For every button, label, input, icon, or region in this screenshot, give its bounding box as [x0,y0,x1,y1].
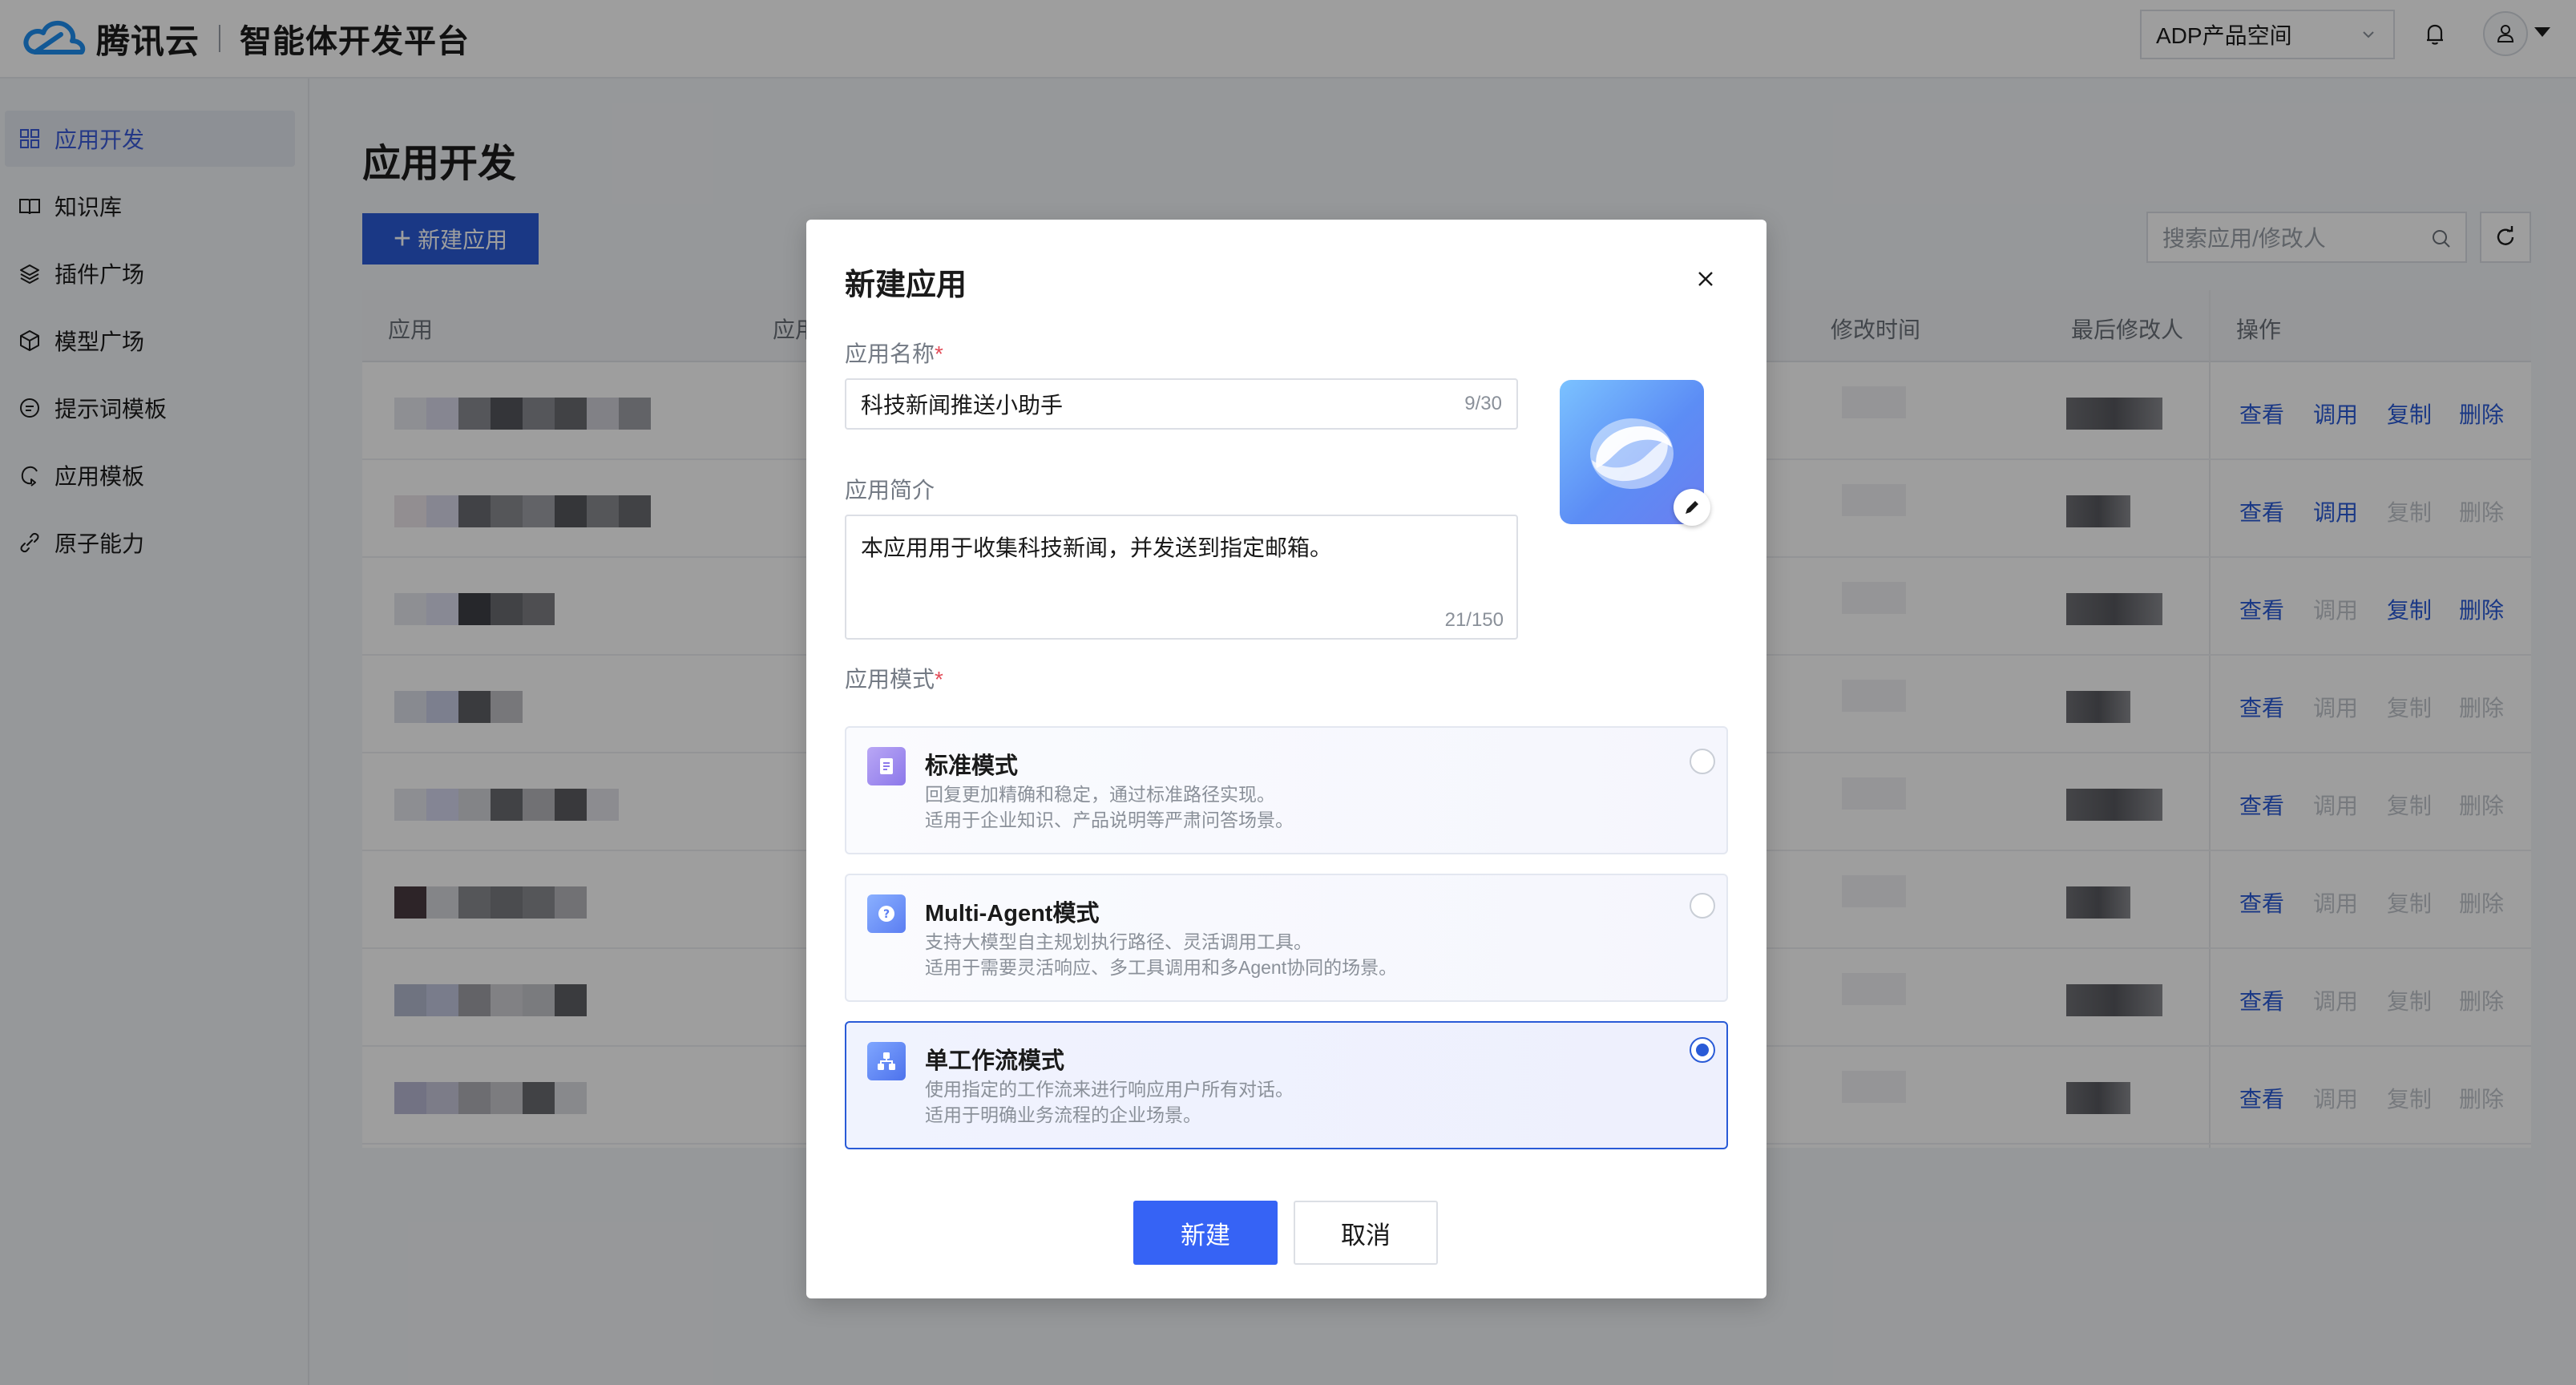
create-button[interactable]: 新建 [1133,1201,1278,1265]
cancel-button[interactable]: 取消 [1294,1201,1438,1265]
close-icon[interactable] [1691,264,1720,293]
mode-radio-standard[interactable] [1690,749,1715,774]
question-icon: ? [867,894,906,933]
mode-option-standard[interactable]: 标准模式 回复更加精确和稳定，通过标准路径实现。 适用于企业知识、产品说明等严肃… [845,726,1728,854]
app-desc-textarea[interactable]: 本应用用于收集科技新闻，并发送到指定邮箱。 21/150 [845,515,1518,640]
new-app-dialog: 新建应用 应用名称* 科技新闻推送小助手 9/30 应用简介 本应用用于收集科技… [806,220,1766,1298]
mode-name: 单工作流模式 [925,1048,1065,1074]
app-name-label: 应用名称* [845,337,943,369]
mode-description: 回复更加精确和稳定，通过标准路径实现。 [925,784,1275,805]
app-name-value: 科技新闻推送小助手 [861,393,1064,418]
mode-option-single-workflow[interactable]: 单工作流模式 使用指定的工作流来进行响应用户所有对话。 适用于明确业务流程的企业… [845,1021,1728,1149]
required-mark: * [935,667,943,692]
mode-name: Multi-Agent模式 [925,901,1100,927]
app-name-counter: 9/30 [1464,393,1502,414]
edit-avatar-button[interactable] [1674,489,1710,526]
mode-description: 适用于需要灵活响应、多工具调用和多Agent协同的场景。 [925,957,1398,978]
mode-name: 标准模式 [925,753,1019,779]
mode-description: 使用指定的工作流来进行响应用户所有对话。 [925,1079,1294,1100]
mode-radio-single-workflow[interactable] [1690,1037,1715,1063]
app-desc-counter: 21/150 [1444,609,1504,631]
mode-description: 支持大模型自主规划执行路径、灵活调用工具。 [925,931,1312,952]
mode-option-multi-agent[interactable]: ? Multi-Agent模式 支持大模型自主规划执行路径、灵活调用工具。 适用… [845,874,1728,1002]
mode-description: 适用于明确业务流程的企业场景。 [925,1104,1201,1125]
app-mode-label: 应用模式* [845,662,943,694]
app-name-label-text: 应用名称 [845,341,935,366]
app-name-input[interactable]: 科技新闻推送小助手 9/30 [845,378,1518,430]
document-icon [867,747,906,785]
required-mark: * [935,341,943,366]
workflow-icon [867,1042,906,1080]
app-desc-value: 本应用用于收集科技新闻，并发送到指定邮箱。 [861,535,1333,560]
app-mode-label-text: 应用模式 [845,667,935,692]
dialog-title: 新建应用 [845,269,967,302]
app-desc-label: 应用简介 [845,478,935,503]
svg-text:?: ? [883,908,890,921]
pencil-icon [1686,501,1698,514]
mode-description: 适用于企业知识、产品说明等严肃问答场景。 [925,810,1294,830]
mode-radio-multi-agent[interactable] [1690,893,1715,919]
